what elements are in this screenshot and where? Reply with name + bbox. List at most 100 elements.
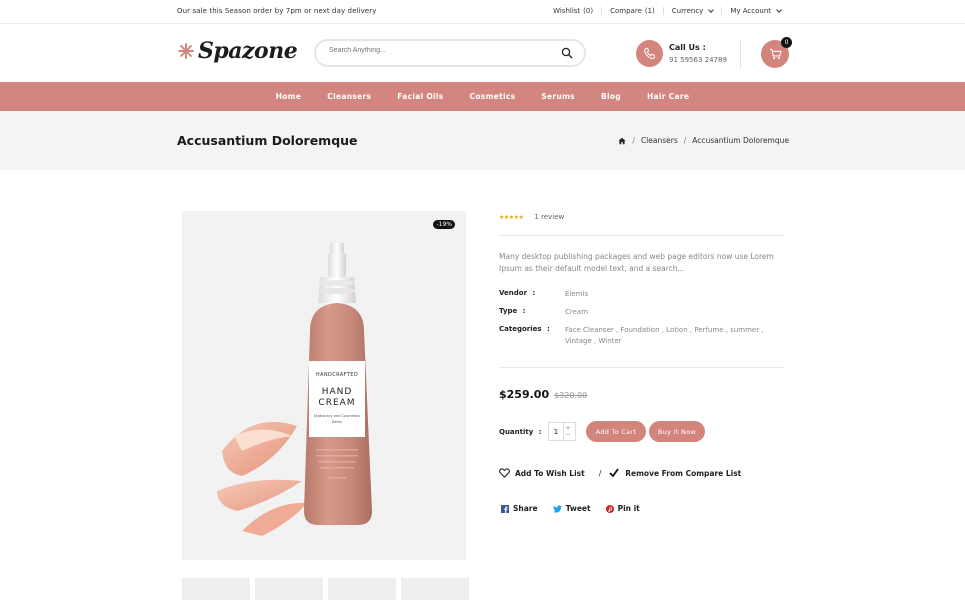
add-to-wishlist-link[interactable]: Add To Wish List [515,469,585,478]
quantity-arrows[interactable]: + − [563,423,572,440]
nav-item-blog[interactable]: Blog [588,92,634,101]
compare-link[interactable]: Compare (1) [601,7,663,15]
old-price: $320.00 [554,391,588,400]
vendor-value[interactable]: Elemis [565,289,588,300]
divider [499,235,785,236]
quantity-value[interactable]: 1 [549,428,563,436]
product-thumbnails [182,578,469,600]
nav-item-home[interactable]: Home [263,92,315,101]
chevron-down-icon [776,6,782,13]
compare-label: Compare [610,7,642,15]
vendor-label: Vendor : [499,289,536,297]
quantity-stepper[interactable]: 1 + − [548,422,576,441]
add-to-cart-button[interactable]: Add To Cart [586,421,646,442]
pinterest-icon [605,504,614,513]
vendor-row: Vendor : Elemis [499,289,588,300]
search-input[interactable] [329,47,549,54]
product-description: Many desktop publishing packages and web… [499,252,774,273]
logo-text: Spazone [198,38,298,64]
type-row: Type : Cream [499,307,588,318]
search-icon[interactable] [561,47,573,59]
bottle-label-line1: HAND [322,387,353,397]
site-header: Spazone Call Us : 91 59563 24789 0 [0,25,965,81]
cart-button[interactable]: 0 [761,37,792,68]
twitter-icon [552,504,562,513]
product-bottle-illustration: HANDCRAFTED HAND CREAM Stationary and Co… [217,243,372,536]
decrease-icon[interactable]: − [565,431,570,438]
flower-logo-icon [176,41,196,61]
nav-item-facial-oils[interactable]: Facial Oils [384,92,456,101]
breadcrumb: / Cleansers / Accusantium Doloremque [618,136,789,145]
wishlist-compare-row: Add To Wish List / Remove From Compare L… [499,468,741,478]
currency-dropdown[interactable]: Currency [662,6,722,15]
cart-icon [769,48,782,60]
product-price: $259.00 $320.00 [499,388,587,401]
nav-item-serums[interactable]: Serums [528,92,588,101]
tweet-label: Tweet [565,504,591,513]
pin-button[interactable]: Pin it [605,504,640,513]
current-price: $259.00 [499,388,550,401]
categories-row: Categories : Face Cleanser , Foundation … [499,325,780,347]
compare-count: (1) [644,7,655,15]
logo[interactable]: Spazone [176,38,298,64]
tweet-button[interactable]: Tweet [552,504,591,513]
account-label: My Account [730,7,771,15]
bottle-label-sub1: Stationary and Cosmetics [314,414,360,418]
share-facebook-button[interactable]: Share [501,504,538,513]
facebook-icon [501,504,509,513]
header-divider [740,40,741,68]
categories-label: Categories : [499,325,550,333]
call-us: Call Us : 91 59563 24789 [636,40,727,67]
breadcrumb-cleansers[interactable]: Cleansers [641,136,678,145]
nav-item-cleansers[interactable]: Cleansers [314,92,384,101]
account-dropdown[interactable]: My Account [721,6,789,15]
product-info: ★★★★★ 1 review Many desktop publishing p… [499,211,785,275]
home-icon[interactable] [618,137,627,145]
product-thumbnail[interactable] [255,578,323,600]
chevron-down-icon [708,6,715,13]
separator: / [598,468,602,478]
cart-count-badge: 0 [781,37,792,48]
search-bar [314,39,586,67]
discount-badge: -19% [433,220,455,229]
product-rating: ★★★★★ 1 review [499,213,785,221]
product-thumbnail[interactable] [401,578,469,600]
breadcrumb-current: Accusantium Doloremque [692,136,789,145]
product-thumbnail[interactable] [328,578,396,600]
bottle-label-sub2: Items [332,420,342,424]
promo-text: Our sale this Season order by 7pm or nex… [177,7,377,15]
social-share: Share Tweet Pin it [501,504,655,513]
top-links: Wishlist (0) Compare (1) Currency My Acc… [545,6,789,15]
breadcrumb-separator: / [632,136,635,145]
remove-from-compare-link[interactable]: Remove From Compare List [625,469,741,478]
nav-item-hair-care[interactable]: Hair Care [634,92,702,101]
checkmark-icon [609,468,619,478]
phone-icon [636,40,663,67]
wishlist-count: (0) [583,7,594,15]
heart-icon[interactable] [499,468,510,478]
share-label: Share [513,504,538,513]
quantity-row: Quantity : 1 + − Add To Cart Buy It Now [499,421,705,442]
buy-now-button[interactable]: Buy It Now [649,421,705,442]
wishlist-label: Wishlist [553,7,581,15]
divider [499,367,785,368]
type-label: Type : [499,307,526,315]
product-main-image[interactable]: HANDCRAFTED HAND CREAM Stationary and Co… [182,211,466,560]
type-value: Cream [565,308,589,316]
call-title: Call Us : [669,43,706,52]
breadcrumb-separator: / [683,136,687,145]
review-link[interactable]: 1 review [534,213,564,221]
call-number[interactable]: 91 59563 24789 [669,56,727,64]
pin-label: Pin it [617,504,640,513]
bottle-label-line2: CREAM [318,398,355,408]
product-thumbnail[interactable] [182,578,250,600]
page-title: Accusantium Doloremque [177,133,358,148]
quantity-label: Quantity : [499,427,542,436]
wishlist-link[interactable]: Wishlist (0) [545,7,601,15]
categories-value[interactable]: Face Cleanser , Foundation , Lotion , Pe… [565,325,780,347]
bottle-label-brand: HANDCRAFTED [316,372,358,378]
currency-label: Currency [671,7,704,15]
top-bar: Our sale this Season order by 7pm or nex… [0,0,965,24]
nav-item-cosmetics[interactable]: Cosmetics [457,92,529,101]
star-rating-icon: ★★★★★ [499,213,524,221]
